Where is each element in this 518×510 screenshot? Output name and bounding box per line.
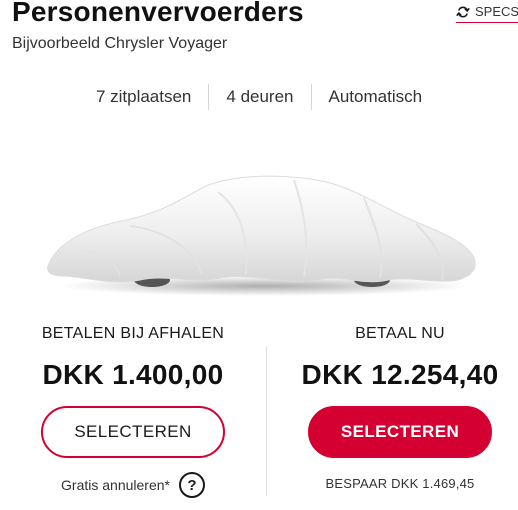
select-pay-at-pickup-button[interactable]: SELECTEREN xyxy=(41,406,225,458)
savings-note: BESPAAR DKK 1.469,45 xyxy=(325,476,475,491)
feature-doors: 4 deuren xyxy=(226,87,294,106)
feature-transmission: Automatisch xyxy=(328,87,423,106)
free-cancellation-note: Gratis annuleren* ? xyxy=(8,472,258,498)
pay-now-option: BETAAL NU DKK 12.254,40 SELECTEREN BESPA… xyxy=(275,320,518,491)
pay-at-pickup-label: BETALEN BIJ AFHALEN xyxy=(41,325,225,342)
select-pay-now-button[interactable]: SELECTEREN xyxy=(308,406,492,458)
feature-seats: 7 zitplaatsen xyxy=(95,87,192,106)
pay-at-pickup-option: BETALEN BIJ AFHALEN DKK 1.400,00 SELECTE… xyxy=(8,320,258,498)
vehicle-card: Personenvervoerders Bijvoorbeeld Chrysle… xyxy=(0,0,518,510)
arrows-exchange-icon xyxy=(456,6,470,17)
column-divider xyxy=(266,346,267,496)
pay-now-price: DKK 12.254,40 xyxy=(301,359,499,390)
vehicle-example-subtitle: Bijvoorbeeld Chrysler Voyager xyxy=(12,35,228,52)
question-mark-icon[interactable]: ? xyxy=(178,472,205,498)
specs-label: SPECS xyxy=(475,4,518,19)
pay-at-pickup-price: DKK 1.400,00 xyxy=(42,359,224,390)
feature-list: 7 zitplaatsen 4 deuren Automatisch xyxy=(0,84,518,110)
free-cancellation-text: Gratis annuleren* xyxy=(61,477,170,493)
covered-car-image xyxy=(47,175,476,296)
pay-now-label: BETAAL NU xyxy=(355,325,445,342)
vehicle-category-title: Personenvervoerders xyxy=(12,0,304,27)
specs-link[interactable]: SPECS xyxy=(456,4,518,23)
